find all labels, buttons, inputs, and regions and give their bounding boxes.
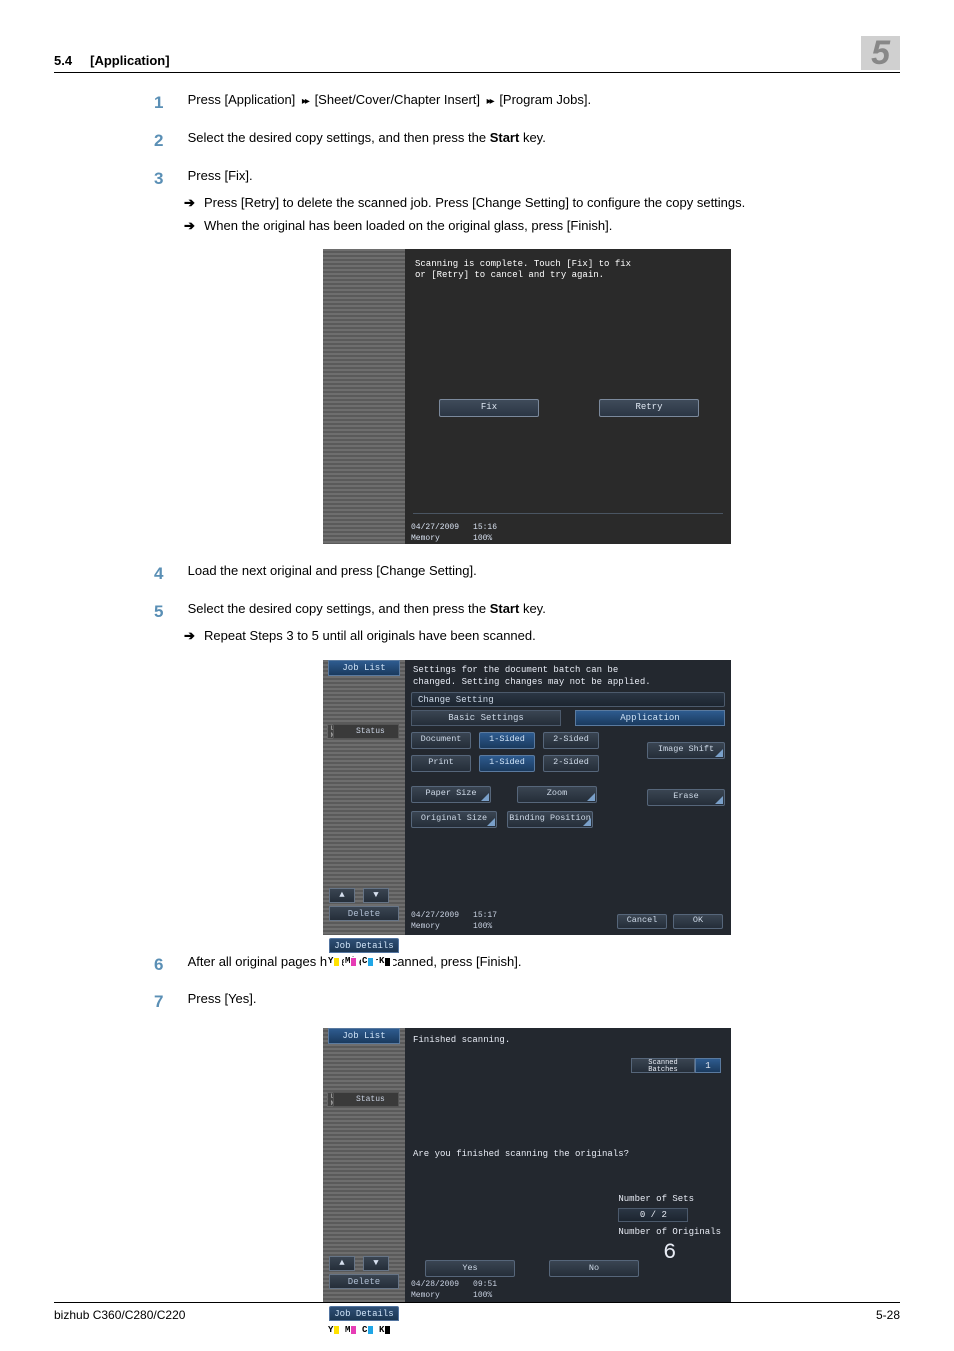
toner-m-icon: M xyxy=(344,1325,359,1335)
doc-1sided-button[interactable]: 1-Sided xyxy=(479,732,535,749)
job-details-button[interactable]: Job Details xyxy=(329,938,399,953)
screen-panel-change-setting: Job List User Name Status ▲ ▼ Delete Job… xyxy=(323,660,731,935)
toner-c-icon: C xyxy=(361,1325,376,1335)
step-text: Select the desired copy settings, and th… xyxy=(188,129,894,147)
memory-pct: 100% xyxy=(473,534,492,543)
panel-sidebar: Job List User Name Status ▲ ▼ Delete Job… xyxy=(323,1028,405,1303)
confirm-question: Are you finished scanning the originals? xyxy=(413,1148,629,1161)
toner-m-icon: M xyxy=(344,957,359,967)
arrow-icon: ➔ xyxy=(184,194,204,212)
num-sets-value: 0 / 2 xyxy=(618,1208,688,1222)
time-text: 15:17 xyxy=(473,911,497,920)
job-list-tab[interactable]: Job List xyxy=(328,660,400,676)
basic-settings-tab[interactable]: Basic Settings xyxy=(411,710,561,726)
steps-list: 1 Press [Application] [Sheet/Cover/Chapt… xyxy=(154,91,900,1303)
original-size-button[interactable]: Original Size xyxy=(411,811,497,828)
down-arrow-button[interactable]: ▼ xyxy=(363,1256,389,1271)
step-text: Load the next original and press [Change… xyxy=(188,562,894,580)
memory-pct: 100% xyxy=(473,1291,492,1300)
step-number: 2 xyxy=(154,129,184,153)
panel-header: Finished scanning. xyxy=(405,1028,731,1053)
status-header: Status xyxy=(333,1092,399,1107)
time-text: 15:16 xyxy=(473,523,497,532)
page-header: 5.4 [Application] 5 xyxy=(54,36,900,73)
step-text: Select the desired copy settings, and th… xyxy=(188,600,894,618)
substep-text: Press [Retry] to delete the scanned job.… xyxy=(204,194,890,212)
screen-panel-finished: Job List User Name Status ▲ ▼ Delete Job… xyxy=(323,1028,731,1303)
retry-button[interactable]: Retry xyxy=(599,399,699,417)
time-text: 09:51 xyxy=(473,1280,497,1289)
panel-sidebar: Job List User Name Status ▲ ▼ Delete Job… xyxy=(323,660,405,935)
fix-button[interactable]: Fix xyxy=(439,399,539,417)
step-text: After all original pages have been scann… xyxy=(188,953,894,971)
substep-text: When the original has been loaded on the… xyxy=(204,217,890,235)
delete-button[interactable]: Delete xyxy=(329,906,399,921)
step-number: 6 xyxy=(154,953,184,977)
step-number: 1 xyxy=(154,91,184,115)
down-arrow-button[interactable]: ▼ xyxy=(363,888,389,903)
change-setting-bar: Change Setting xyxy=(411,692,725,707)
scanned-batches-count: 1 xyxy=(695,1058,721,1073)
section-number: 5.4 xyxy=(54,53,72,68)
print-2sided-button[interactable]: 2-Sided xyxy=(543,755,599,772)
scanned-batches-label: Scanned Batches xyxy=(631,1058,695,1073)
panel-sidebar xyxy=(323,249,405,544)
substep-text: Repeat Steps 3 to 5 until all originals … xyxy=(204,627,890,645)
arrow-icon xyxy=(484,92,496,107)
yes-button[interactable]: Yes xyxy=(425,1260,515,1277)
step-number: 3 xyxy=(154,167,184,191)
step-text: Press [Application] [Sheet/Cover/Chapter… xyxy=(188,91,894,109)
step-number: 5 xyxy=(154,600,184,624)
num-sets-label: Number of Sets xyxy=(618,1193,721,1206)
date-text: 04/28/2009 xyxy=(411,1280,459,1289)
num-originals-label: Number of Originals xyxy=(618,1226,721,1239)
toner-c-icon: C xyxy=(361,957,376,967)
job-list-tab[interactable]: Job List xyxy=(328,1028,400,1044)
toner-y-icon: Y xyxy=(327,957,342,967)
zoom-button[interactable]: Zoom xyxy=(517,786,597,803)
image-shift-button[interactable]: Image Shift xyxy=(647,742,725,759)
step-text: Press [Yes]. xyxy=(188,990,894,1008)
up-arrow-button[interactable]: ▲ xyxy=(329,888,355,903)
toner-k-icon: K xyxy=(378,1325,393,1335)
step-text: Press [Fix]. xyxy=(188,167,894,185)
panel-header: Settings for the document batch can be c… xyxy=(405,660,731,690)
print-label: Print xyxy=(411,755,471,772)
page-footer: bizhub C360/C280/C220 5-28 xyxy=(54,1302,900,1324)
status-header: Status xyxy=(333,724,399,739)
model-name: bizhub C360/C280/C220 xyxy=(54,1307,185,1324)
memory-label: Memory xyxy=(411,1291,440,1300)
binding-position-button[interactable]: Binding Position xyxy=(507,811,593,828)
panel-message: Scanning is complete. Touch [Fix] to fix… xyxy=(415,259,721,282)
date-text: 04/27/2009 xyxy=(411,523,459,532)
page-number: 5-28 xyxy=(876,1307,900,1324)
delete-button[interactable]: Delete xyxy=(329,1274,399,1289)
print-1sided-button[interactable]: 1-Sided xyxy=(479,755,535,772)
memory-label: Memory xyxy=(411,922,440,931)
date-text: 04/27/2009 xyxy=(411,911,459,920)
doc-2sided-button[interactable]: 2-Sided xyxy=(543,732,599,749)
memory-label: Memory xyxy=(411,534,440,543)
no-button[interactable]: No xyxy=(549,1260,639,1277)
toner-k-icon: K xyxy=(378,957,393,967)
arrow-icon: ➔ xyxy=(184,217,204,235)
chapter-number: 5 xyxy=(861,36,900,70)
paper-size-button[interactable]: Paper Size xyxy=(411,786,491,803)
erase-button[interactable]: Erase xyxy=(647,789,725,806)
memory-pct: 100% xyxy=(473,922,492,931)
document-label: Document xyxy=(411,732,471,749)
screen-panel-fix-retry: Scanning is complete. Touch [Fix] to fix… xyxy=(323,249,731,544)
toner-y-icon: Y xyxy=(327,1325,342,1335)
application-tab[interactable]: Application xyxy=(575,710,725,726)
up-arrow-button[interactable]: ▲ xyxy=(329,1256,355,1271)
step-number: 7 xyxy=(154,990,184,1014)
arrow-icon: ➔ xyxy=(184,627,204,645)
step-number: 4 xyxy=(154,562,184,586)
arrow-icon xyxy=(299,92,311,107)
section-title: [Application] xyxy=(90,53,169,68)
